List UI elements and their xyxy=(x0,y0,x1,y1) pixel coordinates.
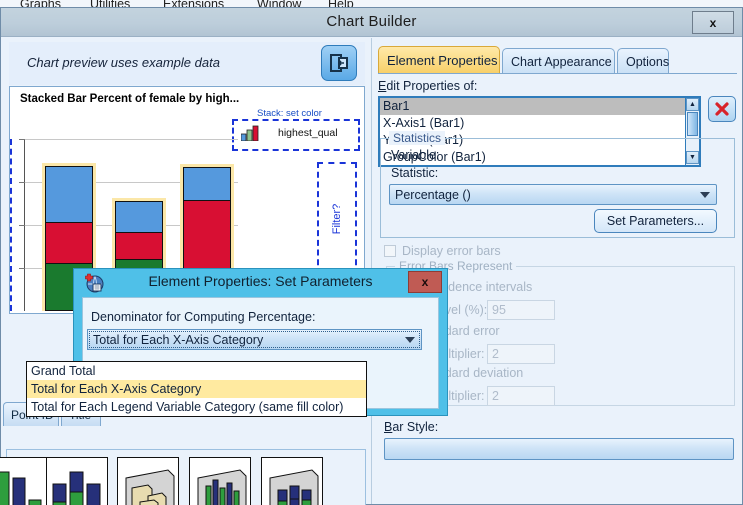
screen-root: Graphs Utilities Extensions Window Help … xyxy=(0,0,743,505)
y-axis-tick xyxy=(19,182,25,183)
legend-swatch-icon xyxy=(241,125,259,141)
bar-segment-red xyxy=(45,222,93,263)
list-item[interactable]: Bar1 xyxy=(380,98,699,115)
window-title: Chart Builder xyxy=(326,13,417,30)
edit-properties-label-text: dit Properties of: xyxy=(386,79,478,93)
statistics-group-title: Statistics xyxy=(389,131,446,145)
statistic-label: Statistic: xyxy=(391,166,439,180)
bar-segment-red xyxy=(115,232,163,259)
tab-options-label: Options xyxy=(626,54,670,69)
stacked-bar-thumb[interactable] xyxy=(46,457,108,505)
level-input[interactable]: 95 xyxy=(487,300,555,320)
set-parameters-button-label: Set Parameters... xyxy=(606,214,705,228)
bar-segment-blue xyxy=(183,167,231,200)
tab-options[interactable]: Options xyxy=(617,48,669,74)
denominator-combo-value: Total for Each X-Axis Category xyxy=(93,332,264,347)
std-dev-multiplier-input[interactable]: 2 xyxy=(487,386,555,406)
chevron-down-icon xyxy=(700,191,710,198)
clustered-bar-3d-thumb[interactable] xyxy=(189,457,251,505)
chart-preview-title: Stacked Bar Percent of female by high... xyxy=(20,93,240,105)
stack-set-color-label: Stack: set color xyxy=(257,108,322,119)
statistics-group: Statistics Variable: Statistic: Percenta… xyxy=(380,131,735,238)
y-axis-tick xyxy=(19,268,25,269)
display-error-bars-checkbox[interactable] xyxy=(384,245,396,257)
bar-segment-blue xyxy=(45,166,93,222)
gridline xyxy=(24,139,238,140)
preview-note: Chart preview uses example data xyxy=(27,55,220,70)
preview-header: Chart preview uses example data xyxy=(9,42,365,85)
tab-element-properties[interactable]: Element Properties xyxy=(378,46,500,74)
y-axis-tick xyxy=(19,225,25,226)
y-axis-tick xyxy=(19,139,25,140)
clustered-bar-thumb[interactable] xyxy=(0,457,52,505)
bar-style-label-text: ar Style: xyxy=(392,420,439,434)
filter-dropzone[interactable]: Filter? xyxy=(317,162,357,275)
filter-dropzone-label: Filter? xyxy=(331,203,343,234)
modal-titlebar: Element Properties: Set Parameters x xyxy=(74,269,447,296)
statistic-combo-value: Percentage () xyxy=(395,187,471,202)
set-parameters-button[interactable]: Set Parameters... xyxy=(594,209,717,233)
display-error-bars-label: Display error bars xyxy=(402,244,501,258)
y-axis-dropzone[interactable] xyxy=(10,139,12,311)
tab-chart-appearance-label: Chart Appearance xyxy=(511,54,612,69)
delete-x-icon[interactable] xyxy=(708,96,736,122)
window-titlebar: Chart Builder x xyxy=(1,8,742,37)
window-close-button[interactable]: x xyxy=(692,11,734,34)
bar-style-combo[interactable] xyxy=(384,438,734,460)
tab-underline xyxy=(378,73,737,74)
list-item[interactable]: Total for Each Legend Variable Category … xyxy=(27,398,366,416)
scrollbar-thumb[interactable] xyxy=(687,112,698,136)
variable-label: Variable: xyxy=(391,148,440,162)
denominator-combo[interactable]: Total for Each X-Axis Category xyxy=(87,329,422,350)
denominator-dropdown-list[interactable]: Grand Total Total for Each X-Axis Catego… xyxy=(26,361,367,417)
bar-3d-plain-thumb[interactable] xyxy=(117,457,179,505)
legend-variable-label: highest_qual xyxy=(278,127,338,139)
tab-chart-appearance[interactable]: Chart Appearance xyxy=(502,48,615,74)
list-item[interactable]: Grand Total xyxy=(27,362,366,380)
statistic-combo[interactable]: Percentage () xyxy=(389,184,717,205)
panel-collapse-icon[interactable] xyxy=(321,45,357,81)
chart-gallery xyxy=(0,449,366,505)
bar-segment-blue xyxy=(115,201,163,232)
list-item[interactable]: Total for Each X-Axis Category xyxy=(27,380,366,398)
tab-element-properties-label: Element Properties xyxy=(387,53,498,68)
denominator-label: Denominator for Computing Percentage: xyxy=(91,310,316,324)
list-item[interactable]: X-Axis1 (Bar1) xyxy=(380,115,699,132)
chevron-down-icon xyxy=(405,336,415,343)
modal-close-button[interactable]: x xyxy=(408,271,442,293)
modal-title: Element Properties: Set Parameters xyxy=(148,273,373,289)
std-error-multiplier-input[interactable]: 2 xyxy=(487,344,555,364)
chart-builder-window: Chart Builder x Chart preview uses examp… xyxy=(0,7,743,505)
scroll-up-icon[interactable]: ▲ xyxy=(686,98,699,111)
bar-style-label: Bar Style: xyxy=(384,420,439,434)
edit-properties-label: Edit Properties of: xyxy=(378,79,478,93)
stacked-bar-3d-thumb[interactable] xyxy=(261,457,323,505)
